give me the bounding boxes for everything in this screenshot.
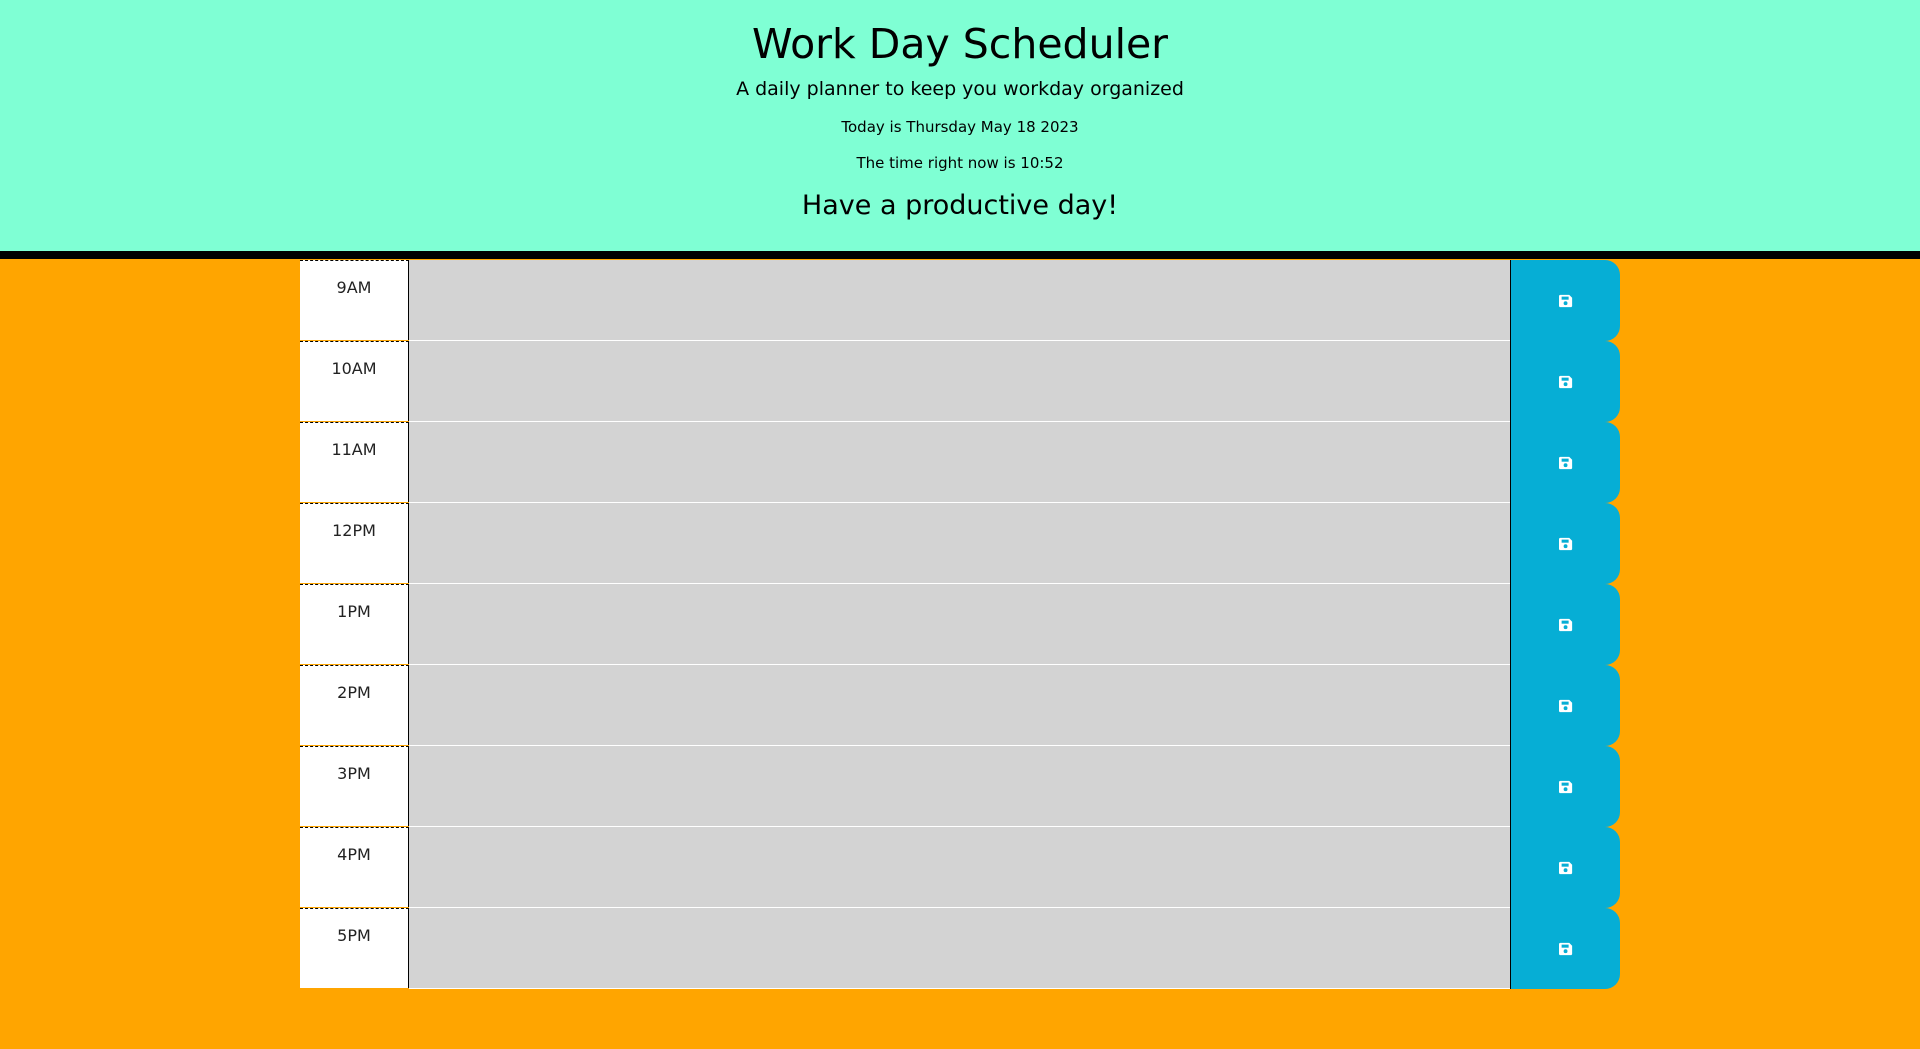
hour-label: 11AM: [300, 422, 409, 502]
floppy-disk-icon: [1558, 618, 1572, 631]
time-block-10am: 10AM: [300, 341, 1620, 422]
floppy-disk-icon: [1558, 537, 1572, 550]
time-block-1pm: 1PM: [300, 584, 1620, 665]
floppy-disk-icon: [1558, 861, 1572, 874]
hour-label: 12PM: [300, 503, 409, 583]
current-time: The time right now is 10:52: [856, 154, 1064, 172]
floppy-disk-icon: [1558, 456, 1572, 469]
schedule-container: 9AM 10AM 11AM 12PM 1PM 2PM 3PM 4PM 5PM: [300, 260, 1620, 989]
floppy-disk-icon: [1558, 375, 1572, 388]
header: Work Day Scheduler A daily planner to ke…: [0, 0, 1920, 259]
hour-label: 9AM: [300, 260, 409, 340]
event-description-input[interactable]: [409, 665, 1510, 746]
hour-label: 10AM: [300, 341, 409, 421]
floppy-disk-icon: [1558, 780, 1572, 793]
page-title: Work Day Scheduler: [751, 20, 1169, 68]
event-description-input[interactable]: [409, 260, 1510, 341]
time-block-5pm: 5PM: [300, 908, 1620, 989]
current-date: Today is Thursday May 18 2023: [841, 118, 1079, 136]
event-description-input[interactable]: [409, 341, 1510, 422]
floppy-disk-icon: [1558, 294, 1572, 307]
hour-label: 5PM: [300, 908, 409, 988]
save-button[interactable]: [1510, 665, 1620, 746]
hour-label: 1PM: [300, 584, 409, 664]
event-description-input[interactable]: [409, 746, 1510, 827]
hour-label: 3PM: [300, 746, 409, 826]
event-description-input[interactable]: [409, 422, 1510, 503]
save-button[interactable]: [1510, 746, 1620, 827]
save-button[interactable]: [1510, 260, 1620, 341]
save-button[interactable]: [1510, 908, 1620, 989]
time-block-2pm: 2PM: [300, 665, 1620, 746]
time-block-4pm: 4PM: [300, 827, 1620, 908]
motto-text: Have a productive day!: [801, 190, 1119, 221]
hour-label: 4PM: [300, 827, 409, 907]
event-description-input[interactable]: [409, 908, 1510, 989]
save-button[interactable]: [1510, 422, 1620, 503]
save-button[interactable]: [1510, 584, 1620, 665]
page-subtitle: A daily planner to keep you workday orga…: [736, 78, 1184, 100]
floppy-disk-icon: [1558, 942, 1572, 955]
save-button[interactable]: [1510, 503, 1620, 584]
time-block-12pm: 12PM: [300, 503, 1620, 584]
save-button[interactable]: [1510, 827, 1620, 908]
floppy-disk-icon: [1558, 699, 1572, 712]
event-description-input[interactable]: [409, 827, 1510, 908]
event-description-input[interactable]: [409, 584, 1510, 665]
hour-label: 2PM: [300, 665, 409, 745]
save-button[interactable]: [1510, 341, 1620, 422]
time-block-3pm: 3PM: [300, 746, 1620, 827]
time-block-11am: 11AM: [300, 422, 1620, 503]
event-description-input[interactable]: [409, 503, 1510, 584]
time-block-9am: 9AM: [300, 260, 1620, 341]
